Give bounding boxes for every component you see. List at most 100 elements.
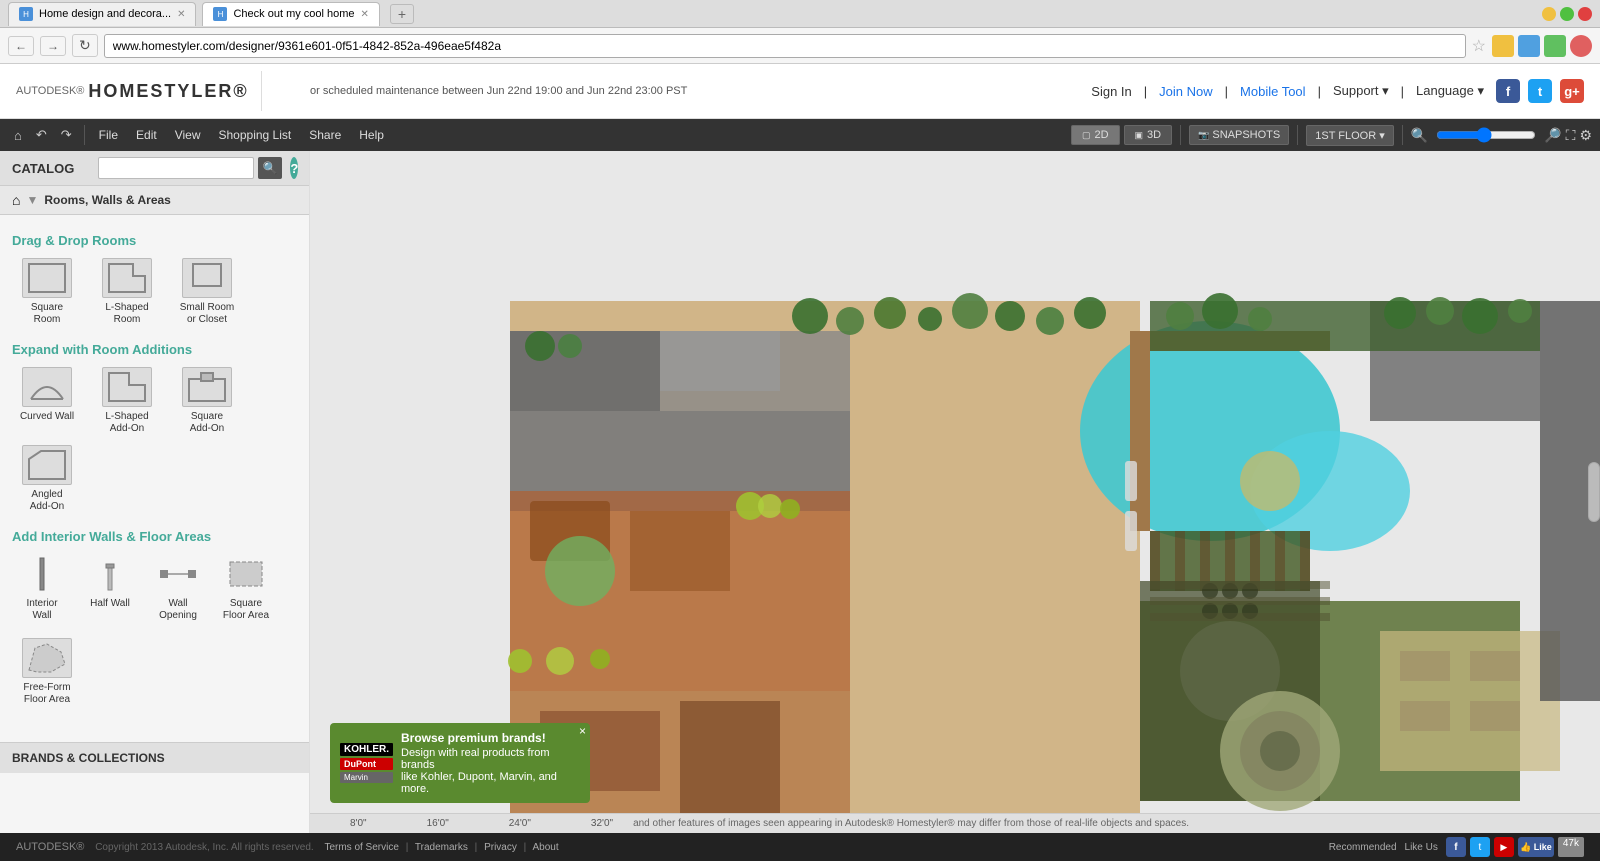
header-divider — [261, 71, 262, 111]
share-menu[interactable]: Share — [301, 124, 349, 146]
interior-wall-icon — [17, 554, 67, 594]
l-shaped-addon-icon — [102, 367, 152, 407]
maximize-button[interactable] — [1560, 7, 1574, 21]
footer-fb-icon[interactable]: f — [1446, 837, 1466, 857]
sidebar-nav-breadcrumb: Rooms, Walls & Areas — [44, 193, 170, 207]
canvas-scroll-indicator[interactable] — [1588, 462, 1600, 522]
browser-tab-1[interactable]: H Home design and decora... ✕ — [8, 2, 196, 26]
join-now-link[interactable]: Join Now — [1159, 84, 1212, 99]
tab-2-title: Check out my cool home — [233, 8, 354, 20]
toolbar-sep-3 — [1297, 125, 1298, 145]
catalog-search-input[interactable] — [98, 157, 254, 179]
wall-opening-label: WallOpening — [159, 598, 197, 622]
sq-floor-svg — [226, 556, 266, 592]
help-button[interactable]: ? — [290, 157, 298, 179]
browser-tab-2[interactable]: H Check out my cool home ✕ — [202, 2, 379, 26]
back-button[interactable]: ← — [8, 36, 34, 56]
angled-addon-label: AngledAdd-On — [30, 489, 64, 513]
toolbar-right: ▢ 2D ▣ 3D 📷 SNAPSHOTS 1ST FLOOR ▾ 🔍 🔎 ⛶ … — [1071, 125, 1592, 146]
freeform-floor-label: Free-FormFloor Area — [23, 682, 70, 706]
half-wall-icon — [85, 554, 135, 594]
shopping-list-menu[interactable]: Shopping List — [211, 124, 300, 146]
footer-yt-icon[interactable]: ▶ — [1494, 837, 1514, 857]
square-room-item[interactable]: SquareRoom — [12, 258, 82, 326]
trademarks-link[interactable]: Trademarks — [415, 842, 468, 853]
fullscreen-button[interactable]: ⛶ — [1566, 127, 1576, 144]
dupont-logo: DuPont — [340, 758, 393, 770]
angled-addon-svg — [27, 449, 67, 481]
url-bar[interactable] — [104, 34, 1466, 58]
mobile-tool-link[interactable]: Mobile Tool — [1240, 84, 1306, 99]
close-button[interactable] — [1578, 7, 1592, 21]
angled-addon-item[interactable]: AngledAdd-On — [12, 445, 82, 513]
refresh-button[interactable]: ↻ — [72, 34, 98, 57]
zoom-slider[interactable] — [1436, 127, 1536, 143]
small-room-closet-item[interactable]: Small Roomor Closet — [172, 258, 242, 326]
browser-title-bar: H Home design and decora... ✕ H Check ou… — [0, 0, 1600, 28]
freeform-floor-item[interactable]: Free-FormFloor Area — [12, 638, 82, 706]
sign-in-link[interactable]: Sign In — [1091, 84, 1131, 99]
view-3d-button[interactable]: ▣ 3D — [1124, 125, 1173, 145]
square-addon-item[interactable]: SquareAdd-On — [172, 367, 242, 435]
terms-link[interactable]: Terms of Service — [324, 842, 398, 853]
minimize-button[interactable] — [1542, 7, 1556, 21]
toolbar-sep-2 — [1180, 125, 1181, 145]
drag-drop-rooms-grid: SquareRoom L-ShapedRoom — [12, 258, 297, 326]
sidebar-content: Drag & Drop Rooms SquareRoom — [0, 215, 309, 734]
promo-close-button[interactable]: × — [579, 725, 586, 737]
floor-selector[interactable]: 1ST FLOOR ▾ — [1306, 125, 1394, 146]
square-room-label: SquareRoom — [31, 302, 63, 326]
snapshots-button[interactable]: 📷 SNAPSHOTS — [1189, 125, 1289, 145]
ext-icon-2 — [1518, 35, 1540, 57]
view-menu[interactable]: View — [167, 124, 209, 146]
view-2d-button[interactable]: ▢ 2D — [1071, 125, 1120, 145]
main-toolbar: ⌂ ↶ ↷ File Edit View Shopping List Share… — [0, 119, 1600, 151]
logo-container: AUTODESK® HOMESTYLER® — [16, 81, 249, 102]
app-header: AUTODESK® HOMESTYLER® or scheduled maint… — [0, 64, 1600, 119]
twitter-icon[interactable]: t — [1528, 79, 1552, 103]
sidebar-home-icon[interactable]: ⌂ — [12, 192, 20, 208]
about-link[interactable]: About — [532, 842, 558, 853]
angled-addon-icon — [22, 445, 72, 485]
l-shaped-addon-item[interactable]: L-ShapedAdd-On — [92, 367, 162, 435]
canvas-area[interactable]: 8'0" 16'0" 24'0" 32'0" and other feature… — [310, 151, 1600, 833]
file-menu[interactable]: File — [91, 124, 126, 146]
new-tab-button[interactable]: + — [390, 4, 414, 24]
wall-opening-icon — [153, 554, 203, 594]
interior-wall-item[interactable]: InteriorWall — [12, 554, 72, 622]
settings-button[interactable]: ⚙ — [1579, 127, 1592, 144]
l-shaped-room-icon — [102, 258, 152, 298]
privacy-link[interactable]: Privacy — [484, 842, 517, 853]
googleplus-icon[interactable]: g+ — [1560, 79, 1584, 103]
bottom-right: Recommended Like Us f t ▶ 👍 Like 47k — [1329, 837, 1584, 857]
sep1: | — [1144, 84, 1147, 99]
support-menu[interactable]: Support ▾ — [1333, 83, 1389, 99]
wall-opening-item[interactable]: WallOpening — [148, 554, 208, 622]
bookmark-button[interactable]: ☆ — [1472, 36, 1486, 56]
footer-tw-icon[interactable]: t — [1470, 837, 1490, 857]
bottom-left: AUTODESK® Copyright 2013 Autodesk, Inc. … — [16, 841, 559, 853]
help-menu[interactable]: Help — [351, 124, 392, 146]
l-shaped-room-label: L-ShapedRoom — [105, 302, 148, 326]
curved-wall-item[interactable]: Curved Wall — [12, 367, 82, 435]
forward-button[interactable]: → — [40, 36, 66, 56]
half-wall-item[interactable]: Half Wall — [80, 554, 140, 622]
catalog-search-button[interactable]: 🔍 — [258, 157, 282, 179]
interior-wall-svg — [32, 556, 52, 592]
curved-wall-svg — [27, 371, 67, 403]
tab-2-close[interactable]: ✕ — [361, 9, 369, 20]
square-floor-item[interactable]: SquareFloor Area — [216, 554, 276, 622]
facebook-icon[interactable]: f — [1496, 79, 1520, 103]
edit-menu[interactable]: Edit — [128, 124, 165, 146]
freeform-floor-icon — [22, 638, 72, 678]
zoom-out-icon[interactable]: 🔍 — [1411, 127, 1428, 144]
l-shaped-room-item[interactable]: L-ShapedRoom — [92, 258, 162, 326]
toolbar-home-icon[interactable]: ⌂ — [8, 124, 28, 147]
toolbar-undo-icon[interactable]: ↶ — [30, 123, 53, 147]
toolbar-redo-icon[interactable]: ↷ — [55, 123, 78, 147]
language-menu[interactable]: Language ▾ — [1416, 83, 1484, 99]
small-room-svg — [187, 262, 227, 294]
footer-like-button[interactable]: 👍 Like — [1518, 837, 1554, 857]
tab-1-close[interactable]: ✕ — [177, 9, 185, 20]
zoom-in-icon[interactable]: 🔎 — [1544, 127, 1561, 144]
